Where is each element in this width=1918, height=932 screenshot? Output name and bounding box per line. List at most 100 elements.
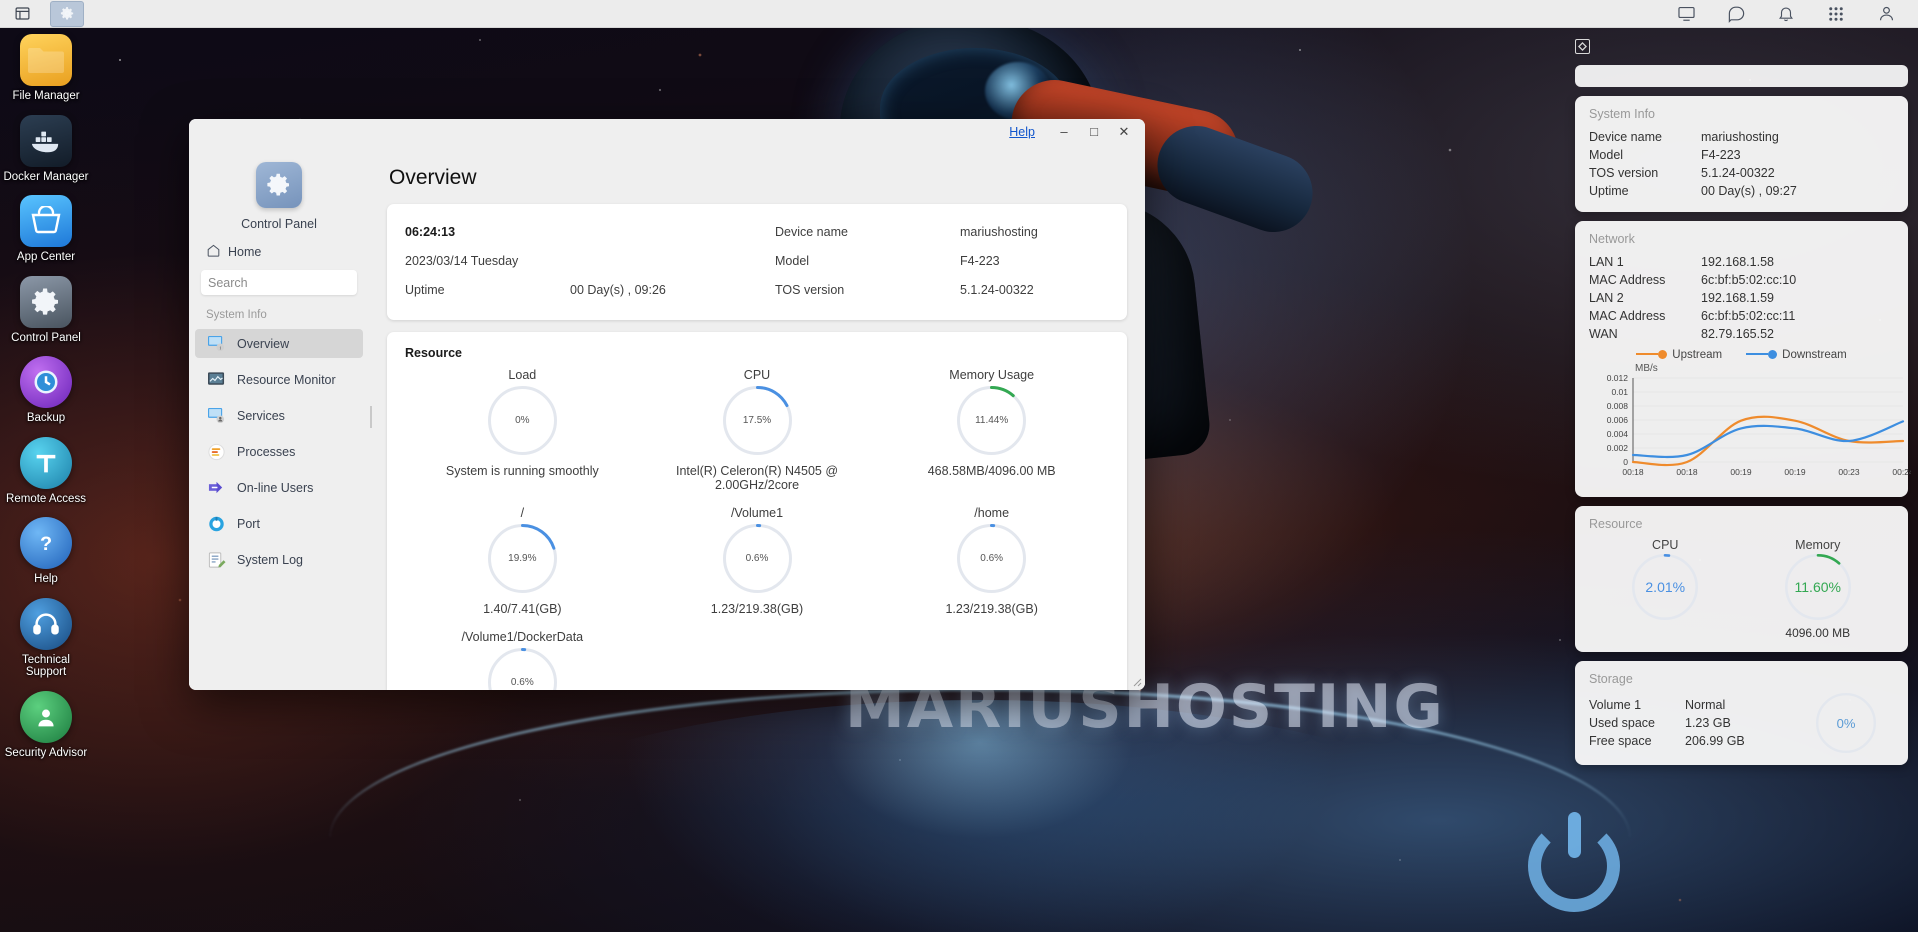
widget-panel-toolbar (1575, 36, 1908, 56)
chart-monitor-icon (206, 371, 226, 389)
val-tos-version: 5.1.24-00322 (1701, 166, 1775, 180)
val-lan2: 192.168.1.59 (1701, 291, 1774, 305)
port-icon (206, 515, 226, 533)
widget-system-info: System Info Device name mariushosting Mo… (1575, 96, 1908, 212)
process-list-icon (206, 443, 226, 461)
gauge-subtext: 1.23/219.38(GB) (710, 602, 804, 616)
val-model: F4-223 (1701, 148, 1741, 162)
svg-text:00:19: 00:19 (1730, 467, 1752, 477)
val-lan1: 192.168.1.58 (1701, 255, 1774, 269)
sidebar-group-label: System Info (206, 309, 267, 321)
key-lan1: LAN 1 (1589, 255, 1624, 269)
gauge-label: CPU (743, 368, 771, 382)
window-title-bar[interactable]: Help – □ ✕ (189, 119, 1145, 144)
system-log-icon (206, 551, 226, 569)
widget-pin-icon[interactable] (1575, 38, 1590, 54)
help-link[interactable]: Help (1009, 125, 1035, 139)
search-input[interactable] (208, 275, 369, 290)
desktop-icon-label: Remote Access (6, 492, 86, 505)
key-device-name: Device name (1589, 130, 1662, 144)
maximize-button[interactable]: □ (1079, 120, 1109, 144)
desktop-icon-backup[interactable]: Backup (0, 356, 92, 425)
sidebar-item-services[interactable]: Services (195, 401, 363, 430)
gauge-row-3: /Volume1/DockerData0.6%1.23/219.38(GB) (405, 630, 1109, 690)
svg-text:00:19: 00:19 (1784, 467, 1806, 477)
sidebar-item-system-log[interactable]: System Log (195, 545, 363, 574)
desktop-icon-technical-support[interactable]: Technical Support (0, 597, 92, 679)
memory-label: Memory (1795, 538, 1841, 552)
control-panel-app-icon[interactable] (50, 0, 84, 27)
info-key-model: Model (775, 254, 810, 268)
key-wan: WAN (1589, 327, 1618, 341)
backup-clock-icon (20, 356, 72, 408)
gauge-label: / (520, 506, 525, 520)
gauge-label: /home (974, 506, 1010, 520)
widget-collapsed-stub[interactable] (1575, 65, 1908, 87)
info-val-model: F4-223 (960, 254, 1000, 268)
widget-title: Storage (1589, 672, 1633, 686)
display-icon[interactable] (1672, 0, 1700, 28)
svg-text:0.012: 0.012 (1607, 374, 1629, 383)
val-device-name: mariushosting (1701, 130, 1779, 144)
desktop-icon-security-advisor[interactable]: Security Advisor (0, 690, 92, 760)
memory-total: 4096.00 MB (1785, 626, 1851, 640)
network-traffic-chart: 0 0.002 0.004 0.006 0.008 0.01 0.012 00:18 00:18… (1607, 373, 1914, 477)
svg-text:00:24: 00:24 (1892, 467, 1911, 477)
gauge-ring: 19.9% (487, 524, 557, 593)
bell-icon[interactable] (1772, 0, 1800, 28)
sidebar-item-port[interactable]: Port (195, 509, 363, 538)
minimize-button[interactable]: – (1049, 120, 1079, 144)
chat-icon[interactable] (1722, 0, 1750, 28)
key-mac2: MAC Address (1589, 309, 1666, 323)
key-lan2: LAN 2 (1589, 291, 1624, 305)
info-val-uptime: 00 Day(s) , 09:26 (570, 283, 666, 297)
sidebar-item-label: Processes (237, 444, 296, 459)
info-blank (570, 247, 775, 276)
info-row: Uptime 00 Day(s) , 09:26 TOS version 5.1… (405, 276, 1109, 305)
sidebar-item-processes[interactable]: Processes (195, 437, 363, 466)
widget-row: TOS version 5.1.24-00322 (1589, 164, 1894, 182)
widget-row: MAC Address 6c:bf:b5:02:cc:11 (1589, 307, 1894, 325)
sidebar-item-label: Services (237, 408, 285, 423)
sidebar-home-label: Home (228, 245, 262, 259)
user-account-icon[interactable] (1872, 0, 1900, 28)
desktop-icon-control-panel[interactable]: Control Panel (0, 275, 92, 345)
gauge-label: Memory Usage (949, 368, 1035, 382)
window-resize-grip[interactable] (1130, 675, 1142, 687)
desktop-icon-app-center[interactable]: App Center (0, 195, 92, 264)
val-free-space: 206.99 GB (1685, 734, 1745, 748)
home-icon (206, 243, 221, 261)
close-button[interactable]: ✕ (1109, 120, 1139, 144)
grid-apps-icon[interactable] (1822, 0, 1850, 28)
desktop-icon-label: Backup (26, 412, 66, 424)
shield-person-icon (20, 690, 72, 743)
desktop-icon-label: Docker Manager (3, 170, 89, 183)
sidebar-app-title: Control Panel (241, 217, 317, 231)
sidebar-item-home[interactable]: Home (189, 243, 369, 261)
sidebar-item-online-users[interactable]: On-line Users (195, 473, 363, 502)
window-stack-icon[interactable] (8, 0, 36, 28)
control-panel-window[interactable]: Help – □ ✕ Control Panel Home Search Sys… (189, 119, 1145, 690)
desktop-icon-docker-manager[interactable]: Docker Manager (0, 114, 92, 184)
gauge-subtext: Intel(R) Celeron(R) N4505 @ 2.00GHz/2cor… (675, 464, 839, 492)
monitor-user-icon (206, 407, 226, 425)
gauge-home: /home 0.6% 1.23/219.38(GB) (874, 506, 1109, 616)
svg-text:0: 0 (1623, 457, 1628, 467)
widget-panel: System Info Device name mariushosting Mo… (1563, 28, 1918, 932)
resource-card-title: Resource (405, 346, 462, 360)
gauge-value: 19.9% (508, 553, 537, 564)
remote-access-icon (20, 436, 72, 489)
desktop-icon-file-manager[interactable]: File Manager (0, 34, 92, 103)
gauge-ring: 17.5% (722, 386, 792, 455)
svg-text:00:23: 00:23 (1838, 467, 1860, 477)
val-volume1-status: Normal (1685, 698, 1726, 712)
search-box[interactable] (201, 270, 382, 295)
svg-text:0.008: 0.008 (1607, 401, 1629, 411)
gauge-subtext: 1.40/7.41(GB) (483, 602, 562, 616)
sidebar-item-resource-monitor[interactable]: Resource Monitor (195, 365, 363, 394)
info-blank (570, 218, 775, 247)
gauge-subtext: 1.23/219.38(GB) (945, 602, 1038, 616)
sidebar-item-overview[interactable]: i Overview (195, 329, 363, 358)
desktop-icon-remote-access[interactable]: Remote Access (0, 436, 92, 506)
desktop-icon-help[interactable]: ? Help (0, 517, 92, 586)
